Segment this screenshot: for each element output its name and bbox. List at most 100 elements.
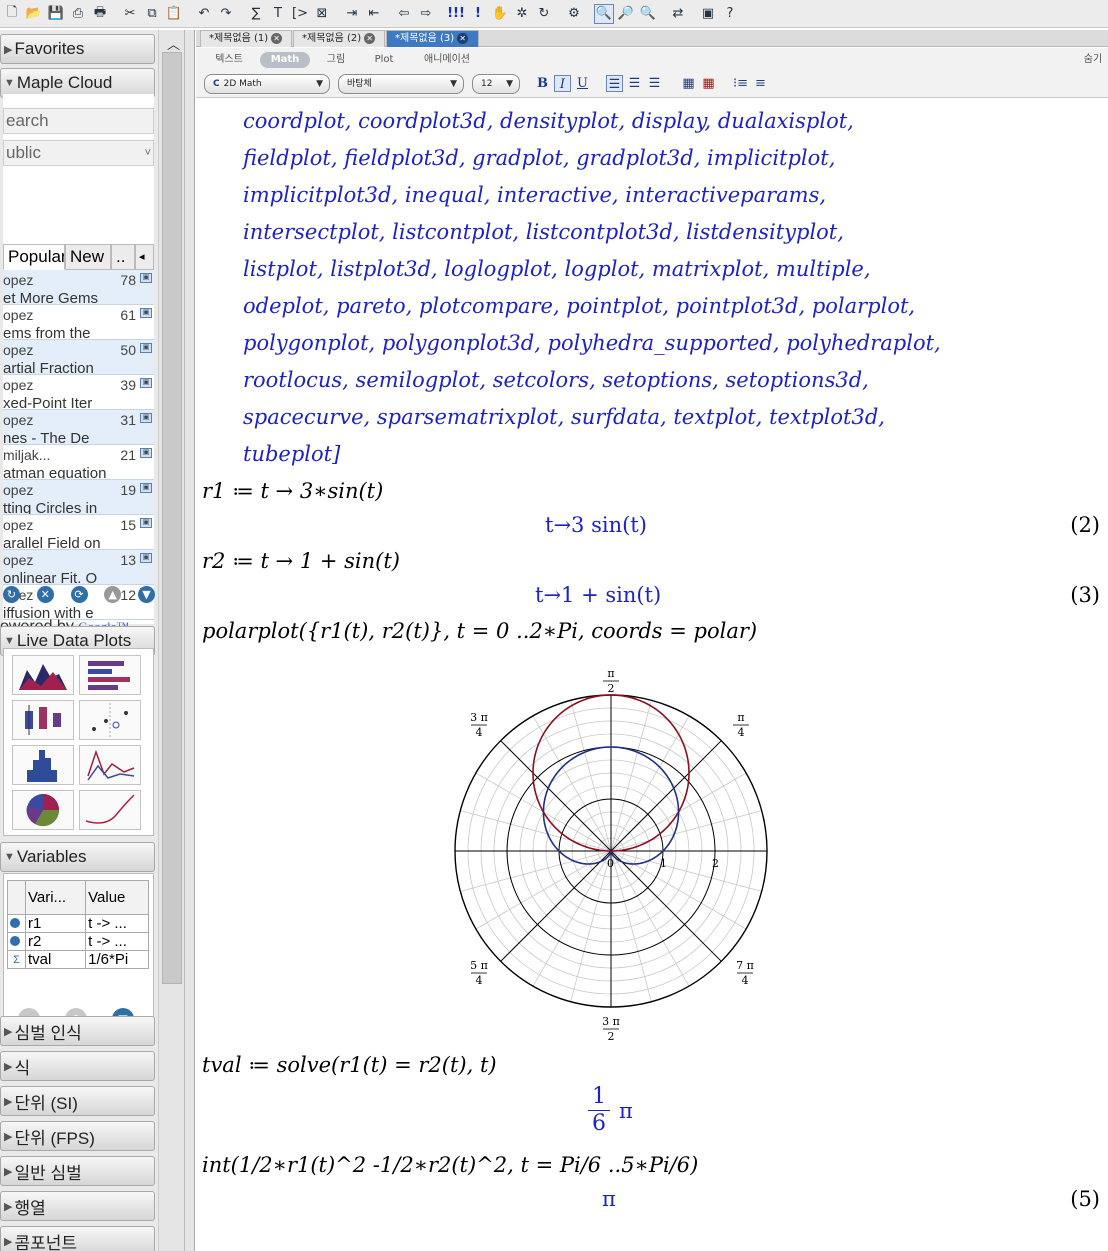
list-item[interactable]: opez 13 ▣ onlinear Fit. O [3, 550, 154, 585]
toggle-input-icon[interactable]: ⇄ [668, 4, 688, 24]
tab-more[interactable]: .. [111, 244, 135, 270]
polar-plot[interactable]: 012π23 π4π4π05 π47 π43 π2 [441, 659, 781, 1044]
font-size-select[interactable]: 12 ▼ [472, 74, 520, 94]
palette-header-section[interactable]: ▶ 일반 심벌 [0, 1156, 155, 1186]
insert-math-icon[interactable]: ∑ [246, 4, 266, 24]
palette-header-section[interactable]: ▶ 콤포넌트 [0, 1226, 155, 1251]
cut-icon[interactable]: ✂ [120, 4, 140, 24]
italic-icon[interactable]: I [554, 75, 571, 92]
insert-prompt-icon[interactable]: [> [290, 4, 310, 24]
paste-icon[interactable]: 📋 [164, 4, 184, 24]
forward-arrow-icon[interactable]: ⇨ [416, 4, 436, 24]
cloud-upload-icon[interactable]: ▲ [104, 586, 122, 603]
math-mode-select[interactable]: C 2D Math ▼ [204, 74, 330, 94]
splitter[interactable] [185, 30, 195, 1251]
column-header-value[interactable]: Value [85, 880, 149, 915]
new-document-icon[interactable]: 🗋 [2, 4, 22, 24]
pie-chart-icon[interactable] [12, 790, 74, 830]
tab-document-2[interactable]: *제목없음 (2) ✕ [293, 30, 385, 47]
zoom-100-icon[interactable]: 🔍 [594, 3, 614, 24]
table-row[interactable]: r2 t -> ... [7, 932, 149, 951]
help-icon[interactable]: ? [720, 4, 740, 24]
copy-icon[interactable]: ⧉ [142, 4, 162, 24]
download-icon[interactable]: ▣ [140, 448, 152, 458]
scatter-plot-icon[interactable] [79, 700, 141, 740]
download-icon[interactable]: ▣ [140, 343, 152, 353]
tab-new[interactable]: New [65, 244, 111, 270]
input-r1[interactable]: r1 ≔ t → 3∗sin(t) [202, 479, 383, 503]
tab-document-1[interactable]: *제목없음 (1) ✕ [200, 30, 292, 47]
scrollbar-thumb[interactable] [162, 52, 182, 984]
palette-scrollbar[interactable]: ︿ [158, 30, 185, 1251]
cloud-search-input[interactable]: earch [3, 108, 154, 134]
line-plot-icon[interactable] [79, 745, 141, 785]
table-row[interactable]: r1 t -> ... [7, 914, 149, 933]
align-left-icon[interactable]: ☰ [606, 75, 623, 92]
bar-plot-icon[interactable] [79, 655, 141, 695]
hide-toolbar-button[interactable]: 숨기 [1080, 52, 1106, 68]
input-r2[interactable]: r2 ≔ t → 1 + sin(t) [202, 549, 400, 573]
list-item[interactable]: opez 61 ▣ ems from the [3, 305, 154, 340]
tab-popular[interactable]: Popular [3, 244, 65, 270]
input-tval[interactable]: tval ≔ solve(r1(t) = r2(t), t) [202, 1053, 497, 1077]
insert-text-icon[interactable]: T [268, 4, 288, 24]
cloud-refresh-icon[interactable]: ↻ [3, 586, 20, 603]
open-folder-icon[interactable]: 📂 [24, 4, 44, 24]
close-icon[interactable]: ✕ [271, 33, 283, 44]
palette-header-section[interactable]: ▶ 식 [0, 1051, 155, 1081]
input-integral[interactable]: int(1/2∗r1(t)^2 -1/2∗r2(t)^2, t = Pi/6 .… [202, 1153, 698, 1177]
list-item[interactable]: opez 19 ▣ tting Circles in [3, 480, 154, 515]
area-plot-icon[interactable] [12, 655, 74, 695]
table-row[interactable]: Σ tval 1/6*Pi [7, 950, 149, 969]
undo-icon[interactable]: ↶ [194, 4, 214, 24]
palette-header-section[interactable]: ▶ 단위 (SI) [0, 1086, 155, 1116]
mode-tab-math[interactable]: Math [260, 52, 310, 68]
highlight-color-icon[interactable]: ▦ [700, 75, 717, 92]
column-header-name[interactable]: Vari... [24, 880, 87, 915]
indent-icon[interactable]: ⇥ [342, 4, 362, 24]
print-icon[interactable]: 🖶 [90, 4, 110, 24]
mode-tab-drawing[interactable]: 그림 [316, 52, 356, 68]
palette-header-variables[interactable]: ▼ Variables [0, 842, 155, 872]
cloud-sync-icon[interactable]: ⟳ [70, 586, 88, 603]
underline-icon[interactable]: U [574, 75, 591, 92]
list-item[interactable]: opez 39 ▣ xed-Point Iter [3, 375, 154, 410]
outdent-icon[interactable]: ⇤ [364, 4, 384, 24]
numbered-list-icon[interactable]: ≡ [752, 75, 769, 92]
download-icon[interactable]: ▣ [140, 553, 152, 563]
download-icon[interactable]: ▣ [140, 518, 152, 528]
align-right-icon[interactable]: ☰ [646, 75, 663, 92]
worksheet[interactable]: coordplot, coordplot3d, densityplot, dis… [196, 99, 1108, 1251]
align-center-icon[interactable]: ☰ [626, 75, 643, 92]
box-plot-icon[interactable] [12, 700, 74, 740]
tab-document-3[interactable]: *제목없음 (3) ✕ [386, 30, 479, 47]
download-icon[interactable]: ▣ [140, 413, 152, 423]
debug-icon[interactable]: ✲ [512, 4, 532, 24]
input-polarplot[interactable]: polarplot({r1(t), r2(t)}, t = 0 ..2∗Pi, … [202, 619, 757, 643]
mode-tab-plot[interactable]: Plot [362, 52, 406, 68]
list-item[interactable]: opez 31 ▣ nes - The De [3, 410, 154, 445]
scroll-up-icon[interactable]: ︿ [167, 34, 180, 53]
new-window-icon[interactable]: ▣ [698, 4, 718, 24]
palette-header-section[interactable]: ▶ 단위 (FPS) [0, 1121, 155, 1151]
list-item[interactable]: opez 15 ▣ arallel Field on [3, 515, 154, 550]
settings-gear-icon[interactable]: ⚙ [564, 4, 584, 24]
cloud-group-select[interactable]: ublic ˅ [3, 140, 154, 166]
text-color-icon[interactable]: ▦ [680, 75, 697, 92]
cloud-close-icon[interactable]: ✕ [36, 586, 54, 603]
zoom-out-icon[interactable]: 🔍 [638, 4, 658, 24]
zoom-in-icon[interactable]: 🔎 [616, 4, 636, 24]
execute-icon[interactable]: ! [468, 4, 488, 24]
curve-plot-icon[interactable] [79, 790, 141, 830]
download-icon[interactable]: ▣ [140, 308, 152, 318]
download-icon[interactable]: ▣ [140, 378, 152, 388]
close-icon[interactable]: ✕ [457, 33, 469, 44]
list-item[interactable]: miljak... 21 ▣ atman equation [3, 445, 154, 480]
print-preview-icon[interactable]: ⎙ [68, 4, 88, 24]
close-icon[interactable]: ✕ [364, 33, 376, 44]
download-icon[interactable]: ▣ [140, 273, 152, 283]
palette-header-section[interactable]: ▶ 심벌 인식 [0, 1016, 155, 1046]
tab-scroll-left-icon[interactable]: ◂ [135, 244, 154, 270]
palette-header-favorites[interactable]: ▶ Favorites [0, 34, 155, 64]
bullet-list-icon[interactable]: ⁝≡ [732, 75, 749, 92]
